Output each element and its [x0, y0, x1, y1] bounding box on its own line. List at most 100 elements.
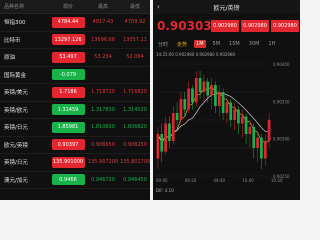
price-row: 0.90303 0.902980 0.902980 0.902980 [153, 14, 300, 38]
tab-1h[interactable]: 1H [266, 40, 277, 48]
price-badge: 4784.44 [51, 16, 85, 28]
ohlc-readout: 14:25:00 0.902980 0.902980 0.902980 [153, 50, 300, 58]
header-high: 最高 [97, 4, 108, 10]
price-badge: 53.497 [51, 51, 85, 63]
table-row[interactable]: 比特币 13297.126 13596.66 13057.11 [0, 32, 150, 49]
instrument-name: 比特币 [4, 37, 21, 44]
header-low: 最低 [129, 4, 140, 10]
high-value: 4817.43 [92, 19, 114, 26]
instrument-name: 恒指300 [4, 20, 26, 27]
table-row[interactable]: 欧元/英镑 0.90397 0.906650 0.908250 [0, 137, 150, 154]
price-cell: 4784.44 [50, 16, 86, 28]
tab-15m[interactable]: 15M [227, 40, 242, 48]
candle-body [179, 99, 183, 120]
instrument-name: 欧元/英镑 [4, 142, 28, 149]
header-price: 现价 [62, 4, 73, 10]
low-value: 0.946450 [123, 176, 147, 183]
quote-list-panel: 品种名称 现价 最高 最低 恒指300 4784.44 4817.43 4709.92… [0, 0, 150, 200]
price-cell: -0.079 [50, 69, 86, 81]
candle-body [183, 99, 187, 110]
time-tick-label: 09:00 [156, 178, 168, 183]
tab-fenshi[interactable]: 分时 [156, 40, 170, 49]
table-row[interactable]: 原油 53.497 53.234 52.064 [0, 49, 150, 67]
price-badge: -0.079 [51, 69, 85, 81]
quote-box-a: 0.902980 [211, 20, 239, 32]
price-badge: 1.85981 [51, 121, 85, 133]
candle-body [221, 92, 225, 113]
low-value: 135.801700 [120, 159, 150, 166]
high-value: 1.810830 [91, 124, 115, 131]
candle-body [256, 137, 259, 148]
high-value: 0.906650 [91, 141, 115, 148]
table-row[interactable]: 恒指300 4784.44 4817.43 4709.92 [0, 14, 150, 32]
price-badge: 0.90397 [51, 139, 85, 151]
tab-30m[interactable]: 30M [247, 40, 262, 48]
table-row[interactable]: 英镑/欧元 1.31459 1.317830 1.314520 [0, 102, 150, 119]
back-icon[interactable]: ‹ [157, 3, 160, 11]
candle-body [156, 134, 160, 159]
instrument-name: 澳元/加元 [4, 177, 28, 184]
instrument-name: 英镑/美元 [4, 90, 28, 97]
high-value: 53.234 [94, 54, 112, 61]
candle-body [160, 134, 164, 152]
table-row[interactable]: 国际黄金 -0.079 [0, 67, 150, 84]
price-cell: 1.31459 [50, 104, 86, 116]
price-badge: 135.901000 [51, 156, 85, 168]
price-cell: 0.90397 [50, 139, 86, 151]
candle-body [202, 81, 206, 92]
high-value: 1.718720 [91, 89, 115, 96]
price-cell: 1.85981 [50, 121, 86, 133]
candle-body [267, 120, 271, 141]
low-value: 1.716820 [123, 89, 147, 96]
table-row[interactable]: 英镑/美元 1.7186 1.718720 1.716820 [0, 84, 150, 102]
period-tabs: 分时 走势 1M 5M 15M 30M 1H [153, 38, 300, 50]
time-tick-label: 09:40 [214, 178, 226, 183]
high-value: 135.907200 [87, 159, 119, 166]
candle-body [225, 102, 229, 113]
low-value: 13057.11 [123, 36, 147, 43]
table-row[interactable]: 英镑/日元 1.85981 1.810830 1.806820 [0, 119, 150, 137]
low-value: 4709.92 [124, 19, 146, 26]
candle-body [240, 116, 244, 124]
candle-body [260, 137, 263, 159]
tab-trend[interactable]: 走势 [175, 40, 189, 49]
price-cell: 0.9466 [50, 174, 86, 186]
quote-boxes: 0.902980 0.902980 0.902980 [211, 20, 299, 32]
table-row[interactable]: 澳元/加元 0.9466 0.946720 0.946450 [0, 172, 150, 189]
low-value: 1.314520 [123, 106, 147, 113]
ohlc-text: 14:25:00 0.902980 0.902980 0.902980 [156, 51, 236, 57]
detail-title: 欧元/英镑 [213, 4, 240, 12]
low-value: 1.806820 [123, 124, 147, 131]
low-value: 52.064 [126, 54, 144, 61]
price-badge: 0.9466 [51, 174, 85, 186]
candle-body [175, 113, 179, 120]
price-badge: 13297.126 [51, 34, 85, 46]
tab-5m[interactable]: 5M [211, 40, 223, 48]
price-tick-label: 0.90400 [273, 62, 290, 67]
instrument-name: 原油 [4, 55, 16, 62]
table-row[interactable]: 英镑/日元 135.901000 135.907200 135.801700 [0, 154, 150, 172]
candle-body [248, 127, 252, 134]
price-cell: 1.7186 [50, 86, 86, 98]
candle-body [244, 116, 248, 134]
instrument-name: 英镑/日元 [4, 160, 28, 167]
current-price: 0.90303 [157, 19, 212, 33]
candle-body [171, 113, 175, 141]
price-cell: 135.901000 [50, 156, 86, 168]
candle-body [263, 141, 267, 159]
detail-panel: ‹ 欧元/英镑 0.90303 0.902980 0.902980 0.9029… [153, 0, 300, 200]
candle-body [168, 123, 171, 141]
time-tick-label: 09:20 [185, 178, 197, 183]
price-badge: 1.31459 [51, 104, 85, 116]
quote-box-c: 0.902980 [271, 20, 299, 32]
candle-body [187, 88, 190, 110]
list-header: 品种名称 现价 最高 最低 [0, 0, 150, 14]
instrument-name: 英镑/日元 [4, 125, 28, 132]
candle-body [191, 88, 194, 103]
price-cell: 13297.126 [50, 34, 86, 46]
price-cell: 53.497 [50, 51, 86, 63]
candle-body [198, 78, 202, 92]
candle-body [252, 127, 256, 148]
candlestick-chart[interactable]: 0.904000.903500.903000.9025009:00 09:20 09… [153, 58, 300, 186]
tab-1m[interactable]: 1M [194, 40, 206, 48]
